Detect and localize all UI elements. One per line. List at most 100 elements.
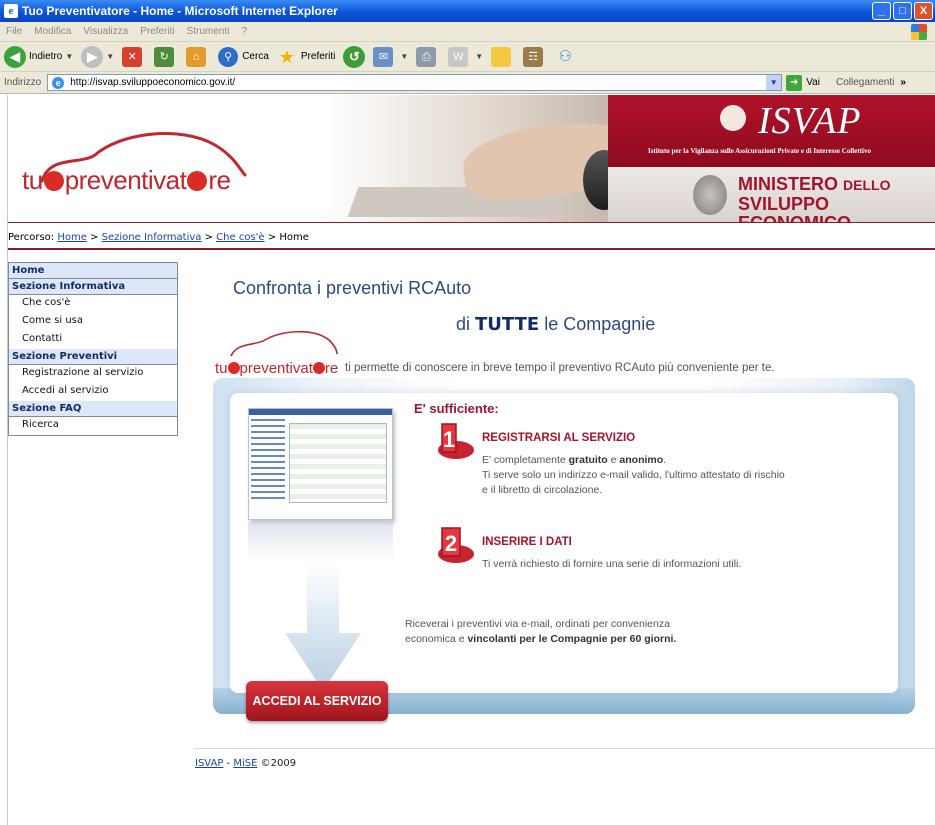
address-bar: Indirizzo e http://isvap.sviluppoeconomi…	[0, 72, 935, 94]
chevron-down-icon: ▼	[106, 52, 115, 61]
edit-button[interactable]: W ▼	[448, 46, 483, 67]
favorites-button[interactable]: ★ Preferiti	[277, 46, 336, 67]
isvap-title: ISVAP	[758, 100, 862, 142]
refresh-button[interactable]: ↻	[154, 46, 178, 67]
footer-mise-link[interactable]: MiSE	[233, 758, 257, 769]
chevron-down-icon: ▼	[400, 52, 409, 61]
logo-o-mark	[312, 362, 325, 374]
footer-copyright: ©2009	[260, 758, 297, 769]
menu-modifica[interactable]: Modifica	[34, 26, 71, 37]
final-line1: Riceverai i preventivi via e-mail, ordin…	[405, 618, 670, 630]
mail-button[interactable]: ✉ ▼	[373, 46, 409, 67]
sidebar-item-che-cose[interactable]: Che cos'è	[9, 295, 177, 313]
footer-isvap-link[interactable]: ISVAP	[195, 758, 223, 769]
refresh-icon: ↻	[154, 46, 175, 67]
footer: ISVAP - MiSE ©2009	[195, 758, 296, 769]
window-title: Tuo Preventivatore - Home - Microsoft In…	[22, 4, 338, 18]
sidebar-item-accedi[interactable]: Accedi al servizio	[9, 383, 177, 401]
folder-button[interactable]	[491, 46, 515, 67]
sidebar-item-ricerca[interactable]: Ricerca	[9, 417, 177, 435]
breadcrumb-che-cose[interactable]: Che cos'è	[216, 232, 264, 243]
minimize-button[interactable]: _	[872, 2, 891, 20]
logo-text-end: re	[324, 360, 339, 377]
breadcrumb-current: Home	[279, 232, 309, 243]
step-1-line2: Ti serve solo un indirizzo e-mail valido…	[482, 469, 785, 481]
menu-visualizza[interactable]: Visualizza	[83, 26, 128, 37]
service-screenshot-image	[248, 408, 393, 520]
intro-line: tu preventivat re ti permette di conoscere…	[215, 328, 855, 378]
close-button[interactable]: X	[914, 2, 933, 20]
breadcrumb-sezione-informativa[interactable]: Sezione Informativa	[102, 232, 202, 243]
sidebar-item-registrazione[interactable]: Registrazione al servizio	[9, 365, 177, 383]
screenshot-reflection	[248, 522, 393, 562]
menu-strumenti[interactable]: Strumenti	[187, 26, 230, 37]
step-1-number: 1	[443, 427, 455, 452]
step-1-line3: e il libretto di circolazione.	[482, 484, 603, 496]
menu-file[interactable]: File	[6, 26, 22, 37]
sidebar-item-home[interactable]: Home	[9, 263, 177, 279]
folder-icon	[491, 46, 512, 67]
sufficient-heading: E' sufficiente:	[414, 401, 499, 416]
chevron-down-icon[interactable]: ▼	[766, 75, 782, 90]
breadcrumb-home[interactable]: Home	[57, 232, 87, 243]
home-button[interactable]: ⌂	[186, 46, 210, 67]
logo-o-mark	[187, 171, 208, 191]
back-button[interactable]: ◀ Indietro ▼	[4, 45, 74, 68]
history-button[interactable]: ↺	[343, 45, 366, 68]
logo-text-mid: preventivat	[239, 360, 313, 377]
window-controls: _ □ X	[872, 2, 933, 20]
intro-text: ti permette di conoscere in breve tempo …	[345, 362, 775, 374]
browser-toolbar: ◀ Indietro ▼ ▶ ▼ ✕ ↻ ⌂ ⚲ Cerca ★ Preferi…	[0, 42, 935, 72]
chevron-down-icon: ▼	[65, 52, 74, 61]
go-arrow-icon[interactable]: ➜	[786, 74, 803, 91]
maximize-button[interactable]: □	[893, 2, 912, 20]
go-button[interactable]: Vai	[806, 77, 820, 88]
mise-line2: SVILUPPO ECONOMICO	[738, 194, 852, 224]
links-button[interactable]: Collegamenti	[836, 77, 894, 88]
final-text: Riceverai i preventivi via e-mail, ordin…	[405, 617, 676, 647]
step-2-title: INSERIRE I DATI	[482, 536, 572, 548]
mail-icon: ✉	[373, 46, 394, 67]
logo-o-mark	[43, 171, 64, 191]
star-icon: ★	[278, 46, 295, 67]
print-button[interactable]: ⎙	[416, 46, 440, 67]
sidebar-header-preventivi[interactable]: Sezione Preventivi	[9, 349, 177, 365]
edit-icon: W	[448, 46, 469, 67]
step-1-gratuito: gratuito	[568, 454, 608, 466]
sidebar-header-faq[interactable]: Sezione FAQ	[9, 401, 177, 417]
stop-button[interactable]: ✕	[122, 46, 146, 67]
site-banner: tu preventivat re ISVAP Istituto per la Vi…	[8, 95, 935, 223]
accedi-al-servizio-button[interactable]: ACCEDI AL SERVIZIO	[246, 681, 388, 721]
address-input[interactable]: e http://isvap.sviluppoeconomico.gov.it/…	[47, 74, 783, 91]
tuopreventivatore-small-logo: tu preventivat re	[215, 360, 338, 377]
chevron-right-icon[interactable]: »	[900, 77, 906, 88]
search-button[interactable]: ⚲ Cerca	[218, 46, 269, 67]
printer-icon: ⎙	[416, 46, 437, 67]
search-icon: ⚲	[218, 46, 239, 67]
forward-button[interactable]: ▶ ▼	[81, 45, 115, 68]
ie-app-icon: e	[4, 4, 18, 18]
isvap-logo[interactable]: ISVAP Istituto per la Vigilanza sulle As…	[608, 95, 935, 167]
sidebar-header-informativa[interactable]: Sezione Informativa	[9, 279, 177, 295]
banner-divider	[8, 222, 935, 223]
footer-divider	[194, 748, 935, 749]
menu-help[interactable]: ?	[241, 26, 247, 37]
breadcrumb-divider	[8, 248, 935, 250]
mise-text: MINISTERO DELLO SVILUPPO ECONOMICO	[738, 175, 935, 224]
breadcrumb-label: Percorso:	[8, 232, 55, 243]
research-button[interactable]: ☶	[523, 46, 547, 67]
window-titlebar: e Tuo Preventivatore - Home - Microsoft …	[0, 0, 935, 22]
step-1-text: E' completamente gratuito e anonimo. Ti …	[482, 453, 785, 498]
logo-text-tu: tu	[215, 360, 228, 377]
tuopreventivatore-logo[interactable]: tu preventivat re	[22, 165, 231, 196]
messenger-button[interactable]: ⚇	[555, 47, 579, 67]
logo-text-tu: tu	[22, 165, 43, 195]
republic-seal-icon	[693, 175, 727, 215]
sidebar-item-come-si-usa[interactable]: Come si usa	[9, 313, 177, 331]
sidebar-nav: Home Sezione Informativa Che cos'è Come …	[8, 262, 178, 436]
mise-logo[interactable]: MINISTERO DELLO SVILUPPO ECONOMICO	[608, 167, 935, 223]
menu-preferiti[interactable]: Preferiti	[140, 26, 174, 37]
sidebar-item-contatti[interactable]: Contatti	[9, 331, 177, 349]
search-label: Cerca	[242, 51, 269, 62]
step-1-icon: 1	[438, 423, 474, 459]
